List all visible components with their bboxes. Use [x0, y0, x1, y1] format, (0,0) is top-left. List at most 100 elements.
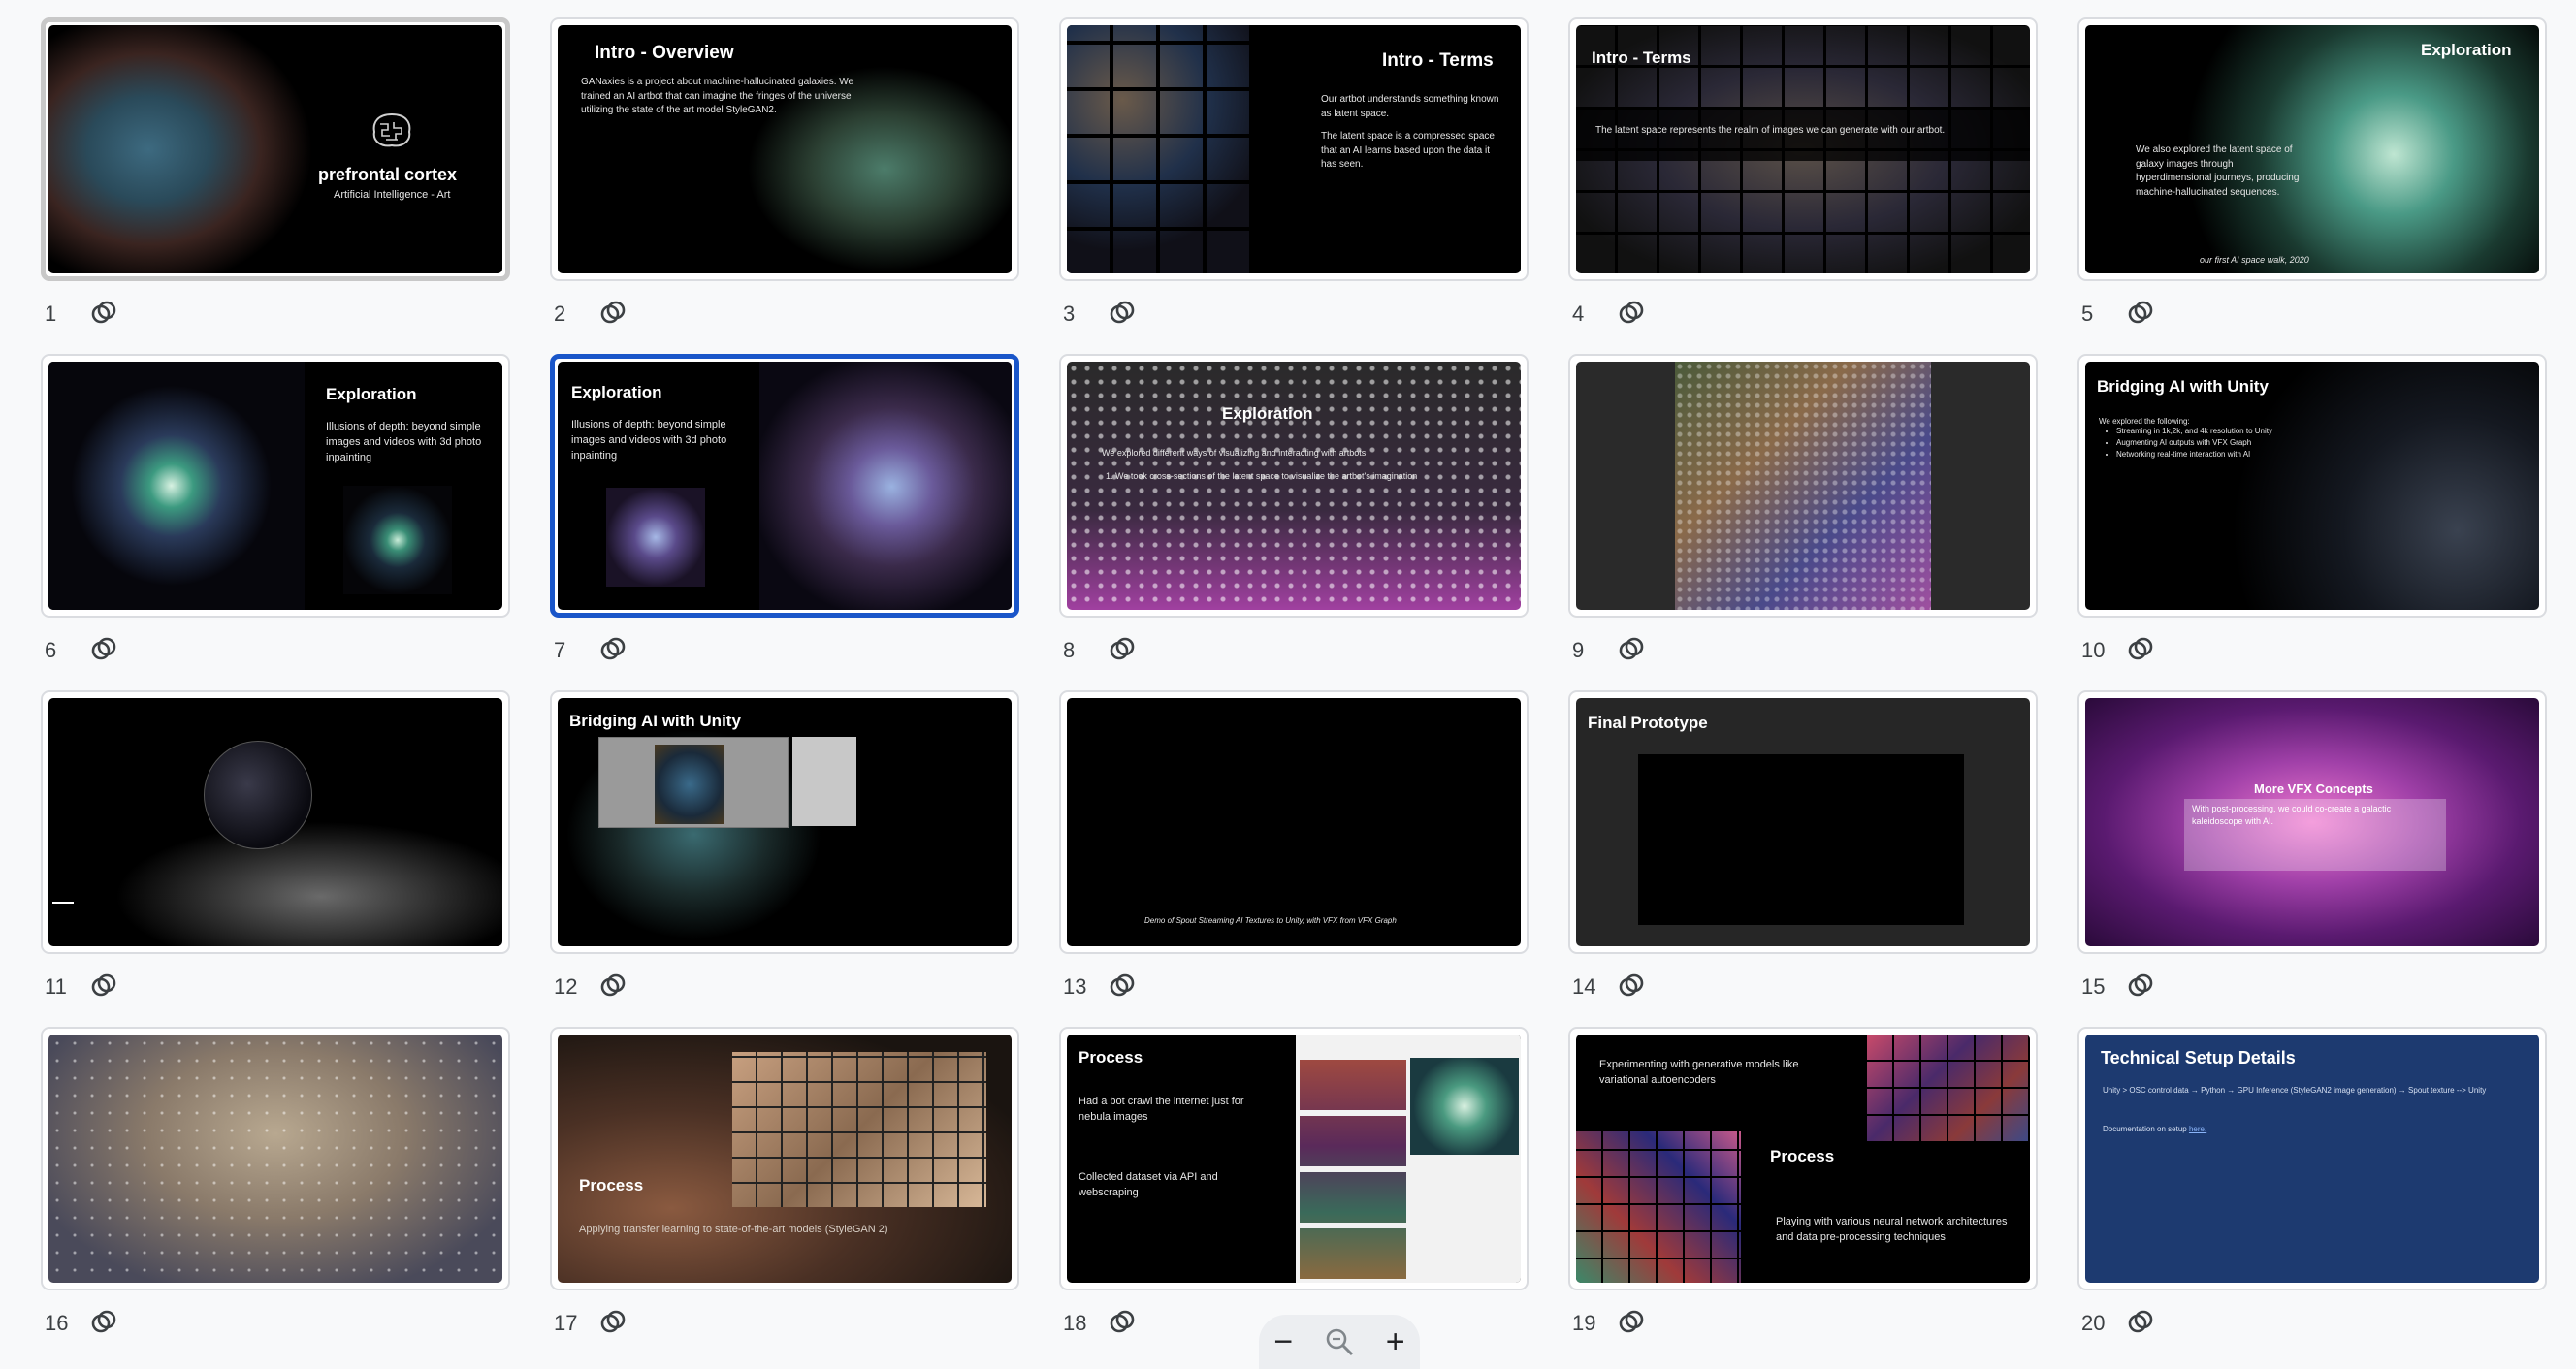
- slide-thumbnail-19[interactable]: Experimenting with generative models lik…: [1568, 1027, 2038, 1363]
- slide-thumbnail-1[interactable]: prefrontal cortex Artificial Intelligenc…: [41, 17, 510, 354]
- slide-canvas: prefrontal cortex Artificial Intelligenc…: [48, 25, 502, 273]
- slide-frame[interactable]: [41, 690, 510, 954]
- link-icon[interactable]: [2126, 298, 2155, 327]
- slide-title: Process: [1770, 1147, 1835, 1165]
- slide-frame[interactable]: [41, 1027, 510, 1290]
- slide-body: We explored different ways of visualizin…: [1102, 448, 1367, 458]
- zoom-out-button[interactable]: −: [1273, 1323, 1293, 1361]
- slide-title: Exploration: [571, 383, 662, 401]
- slide-bullet-list: Streaming in 1k,2k, and 4k resolution to…: [2099, 426, 2272, 461]
- slide-thumbnail-12[interactable]: Bridging AI with Unity 12: [550, 690, 1019, 1027]
- slide-canvas: Intro - Overview GANaxies is a project a…: [558, 25, 1012, 273]
- slide-frame[interactable]: Final Prototype: [1568, 690, 2038, 954]
- slide-canvas: More VFX Concepts With post-processing, …: [2085, 698, 2539, 946]
- progress-slider[interactable]: [52, 902, 74, 904]
- link-icon[interactable]: [1617, 1307, 1646, 1336]
- slide-thumbnail-10[interactable]: Bridging AI with Unity We explored the f…: [2077, 354, 2547, 690]
- link-icon[interactable]: [1617, 634, 1646, 663]
- slide-number: 18: [1063, 1311, 1087, 1335]
- slide-title: Process: [1079, 1048, 1143, 1067]
- slide-frame[interactable]: Intro - Terms The latent space represent…: [1568, 17, 2038, 281]
- slide-frame[interactable]: [1568, 354, 2038, 618]
- zoom-icon[interactable]: [1323, 1325, 1356, 1358]
- slide-number: 15: [2081, 974, 2106, 999]
- link-icon[interactable]: [598, 634, 628, 663]
- slide-thumbnail-3[interactable]: Intro - Terms Our artbot understands som…: [1059, 17, 1529, 354]
- slide-canvas: Intro - Terms The latent space represent…: [1576, 25, 2030, 273]
- slide-frame[interactable]: More VFX Concepts With post-processing, …: [2077, 690, 2547, 954]
- slide-thumbnail-11[interactable]: 11: [41, 690, 510, 1027]
- link-icon[interactable]: [2126, 971, 2155, 1000]
- slide-frame[interactable]: Intro - Overview GANaxies is a project a…: [550, 17, 1019, 281]
- link-icon[interactable]: [1617, 971, 1646, 1000]
- slide-number: 6: [45, 638, 57, 662]
- slide-thumbnail-18[interactable]: Process Had a bot crawl the internet jus…: [1059, 1027, 1529, 1363]
- slide-thumbnail-14[interactable]: Final Prototype 14: [1568, 690, 2038, 1027]
- slide-number: 2: [554, 302, 566, 326]
- link-icon[interactable]: [598, 1307, 628, 1336]
- slide-thumbnail-7[interactable]: Exploration Illusions of depth: beyond s…: [550, 354, 1019, 690]
- slide-canvas: Demo of Spout Streaming AI Textures to U…: [1067, 698, 1521, 946]
- link-icon[interactable]: [2126, 1307, 2155, 1336]
- slide-title: Bridging AI with Unity: [2097, 377, 2269, 396]
- slide-thumbnail-17[interactable]: Process Applying transfer learning to st…: [550, 1027, 1019, 1363]
- slide-frame[interactable]: Exploration We also explored the latent …: [2077, 17, 2547, 281]
- slide-number: 19: [1572, 1311, 1596, 1335]
- slide-body: Unity > OSC control data → Python → GPU …: [2103, 1086, 2487, 1095]
- slide-frame[interactable]: prefrontal cortex Artificial Intelligenc…: [41, 17, 510, 281]
- slide-thumbnail-8[interactable]: Exploration We explored different ways o…: [1059, 354, 1529, 690]
- slide-number: 8: [1063, 638, 1076, 662]
- slide-thumbnail-6[interactable]: Exploration Illusions of depth: beyond s…: [41, 354, 510, 690]
- slide-thumbnail-20[interactable]: Technical Setup Details Unity > OSC cont…: [2077, 1027, 2547, 1363]
- slide-frame[interactable]: Process Had a bot crawl the internet jus…: [1059, 1027, 1529, 1290]
- slide-thumbnail-4[interactable]: Intro - Terms The latent space represent…: [1568, 17, 2038, 354]
- slide-frame[interactable]: Demo of Spout Streaming AI Textures to U…: [1059, 690, 1529, 954]
- link-icon[interactable]: [89, 971, 118, 1000]
- slide-body: We also explored the latent space of gal…: [2136, 144, 2300, 198]
- slide-number: 14: [1572, 974, 1596, 999]
- link-icon[interactable]: [598, 971, 628, 1000]
- slide-canvas: Process Applying transfer learning to st…: [558, 1035, 1012, 1283]
- slide-body-2: The latent space is a compressed space t…: [1321, 131, 1495, 170]
- slide-frame[interactable]: Experimenting with generative models lik…: [1568, 1027, 2038, 1290]
- link-icon[interactable]: [89, 1307, 118, 1336]
- link-icon[interactable]: [1108, 971, 1137, 1000]
- bullet-item: Networking real-time interaction with AI: [2116, 449, 2272, 461]
- link-icon[interactable]: [2126, 634, 2155, 663]
- link-icon[interactable]: [1108, 298, 1137, 327]
- documentation-link[interactable]: here.: [2189, 1125, 2206, 1133]
- slide-grid: prefrontal cortex Artificial Intelligenc…: [41, 17, 2547, 1363]
- slide-thumbnail-13[interactable]: Demo of Spout Streaming AI Textures to U…: [1059, 690, 1529, 1027]
- link-icon[interactable]: [1617, 298, 1646, 327]
- slide-frame[interactable]: Exploration Illusions of depth: beyond s…: [41, 354, 510, 618]
- latent-grid-image: [1675, 362, 1931, 610]
- slide-caption: Demo of Spout Streaming AI Textures to U…: [1144, 916, 1397, 925]
- link-icon[interactable]: [89, 634, 118, 663]
- slide-body: Experimenting with generative models lik…: [1599, 1059, 1799, 1086]
- slide-frame[interactable]: Intro - Terms Our artbot understands som…: [1059, 17, 1529, 281]
- slide-frame[interactable]: Bridging AI with Unity: [550, 690, 1019, 954]
- slide-body: Illusions of depth: beyond simple images…: [326, 421, 482, 463]
- slide-title: Intro - Overview: [595, 43, 734, 63]
- slide-number: 13: [1063, 974, 1087, 999]
- link-icon[interactable]: [598, 298, 628, 327]
- slide-thumbnail-16[interactable]: 16: [41, 1027, 510, 1363]
- zoom-in-button[interactable]: +: [1386, 1323, 1405, 1361]
- slide-frame[interactable]: Bridging AI with Unity We explored the f…: [2077, 354, 2547, 618]
- slide-title: Intro - Terms: [1592, 48, 1691, 67]
- slide-frame[interactable]: Technical Setup Details Unity > OSC cont…: [2077, 1027, 2547, 1290]
- slide-frame[interactable]: Process Applying transfer learning to st…: [550, 1027, 1019, 1290]
- slide-thumbnail-9[interactable]: 9: [1568, 354, 2038, 690]
- slide-thumbnail-2[interactable]: Intro - Overview GANaxies is a project a…: [550, 17, 1019, 354]
- slide-frame[interactable]: Exploration We explored different ways o…: [1059, 354, 1529, 618]
- bullet-item: Augmenting AI outputs with VFX Graph: [2116, 437, 2272, 449]
- slide-frame[interactable]: Exploration Illusions of depth: beyond s…: [550, 354, 1019, 618]
- link-icon[interactable]: [89, 298, 118, 327]
- video-placeholder[interactable]: [1638, 754, 1964, 925]
- slide-thumbnail-5[interactable]: Exploration We also explored the latent …: [2077, 17, 2547, 354]
- link-icon[interactable]: [1108, 1307, 1137, 1336]
- slide-thumbnail-15[interactable]: More VFX Concepts With post-processing, …: [2077, 690, 2547, 1027]
- slide-body: GANaxies is a project about machine-hall…: [581, 77, 854, 115]
- galaxy-image-grid: [1067, 25, 1251, 273]
- link-icon[interactable]: [1108, 634, 1137, 663]
